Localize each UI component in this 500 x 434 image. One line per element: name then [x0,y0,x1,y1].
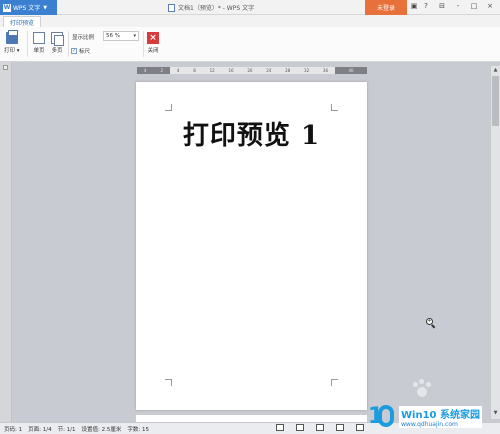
title-bar: W WPS 文字 ▼ 文档1（预览）* - WPS 文字 未登录 ▣ ? ⊟ -… [0,0,500,15]
outline-view-icon[interactable] [316,424,324,431]
ruler-corner-icon[interactable] [3,65,8,70]
vertical-scrollbar[interactable]: ▲ ▼ [490,66,500,419]
crop-mark [331,379,338,386]
zoom-select[interactable]: 56 % ▾ [103,31,139,41]
web-view-icon[interactable] [336,424,344,431]
scroll-up-icon[interactable]: ▲ [492,67,499,74]
chevron-down-icon: ▾ [133,33,136,39]
preview-page: 打印预览 1 [136,82,367,410]
toolbar-divider [68,31,69,57]
login-button[interactable]: 未登录 [365,0,407,15]
status-page[interactable]: 页码: 1 [4,425,22,433]
status-section: 节: 1/1 [57,426,76,433]
document-icon [168,3,175,12]
document-title: 文档1（预览）* - WPS 文字 [168,3,254,12]
tab-row: 打印预览 [0,15,500,27]
page-heading: 打印预览 1 [182,121,321,151]
app-menu-button[interactable]: W WPS 文字 ▼ [0,0,57,15]
multi-page-icon [51,32,64,46]
scroll-thumb[interactable] [492,76,499,126]
status-pages: 页面: 1/4 [28,426,52,433]
win10-logo-icon: 1 [366,403,396,431]
skin-icon[interactable]: ▣ [408,2,420,10]
maximize-button[interactable]: □ [468,2,480,10]
print-label: 打印 ▾ [4,48,20,54]
toolbar-divider [143,31,144,57]
crop-mark [165,104,172,111]
status-words[interactable]: 字数: 15 [127,425,149,433]
status-setting: 设置值: 2.5厘米 [81,426,122,433]
single-page-label: 单页 [33,48,45,54]
reading-view-icon[interactable] [356,424,364,431]
minimize-button[interactable]: - [452,2,464,10]
single-page-button[interactable]: 单页 [33,32,45,54]
ruler-checkbox[interactable]: ✓ 标尺 [71,47,90,55]
checkmark-icon: ✓ [71,48,77,54]
print-button[interactable]: 打印 ▾ [4,30,20,54]
watermark-url: www.qdhuajin.com [399,420,482,428]
view-mode-icons [276,424,376,431]
left-ruler-strip [0,62,12,422]
ribbon-toggle-icon[interactable]: ⊟ [436,2,448,10]
full-screen-view-icon[interactable] [296,424,304,431]
multi-page-button[interactable]: 多页 [51,32,64,54]
close-label: 关闭 [147,48,159,54]
horizontal-ruler[interactable]: 42 4 8 12 16 20 24 28 32 36 40 [137,67,367,74]
single-page-icon [33,32,45,44]
printer-icon [5,30,18,44]
zoom-label: 显示比例 [72,35,95,41]
close-icon: × [147,32,159,44]
print-preview-toolbar: 打印 ▾ 单页 多页 显示比例 56 % ▾ ✓ 标尺 × 关闭 [0,27,500,62]
multi-page-label: 多页 [51,48,63,54]
tab-print-preview[interactable]: 打印预览 [3,16,42,27]
site-watermark: 1 Win10 系统家园 www.qdhuajin.com [366,399,500,434]
watermark-brand: Win10 系统家园 [399,405,482,421]
ruler-ticks-right: 40 [348,68,354,73]
paw-watermark-icon [412,379,432,399]
close-window-button[interactable]: × [484,2,496,10]
help-button[interactable]: ? [420,2,432,10]
page-view-icon[interactable] [276,424,284,431]
app-name: WPS 文字 [13,5,41,12]
crop-mark [331,104,338,111]
chevron-down-icon: ▼ [43,4,48,11]
zoom-value: 56 % [106,33,120,39]
close-preview-button[interactable]: × 关闭 [147,32,159,54]
toolbar-divider [27,31,28,57]
ruler-label: 标尺 [79,49,91,55]
ruler-ticks-left: 42 [143,68,164,73]
document-title-text: 文档1（预览）* - WPS 文字 [178,5,255,12]
crop-mark [165,379,172,386]
ruler-ticks-main: 4 8 12 16 20 24 28 32 36 [176,68,329,73]
wps-logo-icon: W [3,3,11,12]
zoom-cursor-icon: + [426,318,436,329]
